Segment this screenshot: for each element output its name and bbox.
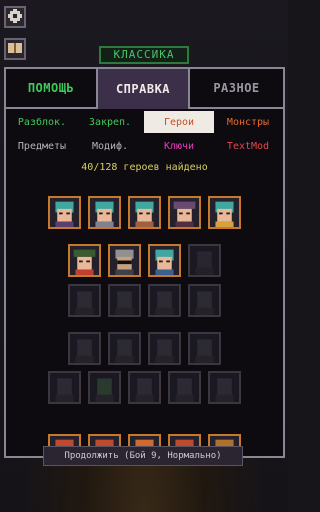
locked-hero-portrait[interactable] (68, 284, 101, 317)
locked-hero-portrait[interactable] (108, 332, 141, 365)
subtab-monsters[interactable]: Монстры (214, 112, 282, 132)
subtab-unlocks[interactable]: Разблок. (8, 112, 76, 132)
settings-button[interactable] (4, 6, 26, 28)
locked-hero-portrait[interactable] (88, 371, 121, 404)
locked-hero-portrait[interactable] (48, 371, 81, 404)
hero-portrait[interactable] (88, 196, 121, 229)
hero-portrait[interactable] (128, 196, 161, 229)
locked-hero-portrait[interactable] (188, 284, 221, 317)
locked-hero-portrait[interactable] (168, 371, 201, 404)
tab-help[interactable]: ПОМОЩЬ (6, 69, 98, 109)
locked-hero-portrait[interactable] (148, 284, 181, 317)
locked-hero-portrait[interactable] (68, 332, 101, 365)
subtab-items[interactable]: Предметы (8, 136, 76, 156)
book-icon (8, 42, 22, 57)
gear-icon (8, 8, 22, 26)
subtab-keys[interactable]: Ключи (144, 136, 214, 156)
tab-misc[interactable]: РАЗНОЕ (190, 69, 283, 109)
help-panel: ПОМОЩЬ СПРАВКА РАЗНОЕ Разблок. Закреп. Г… (4, 67, 285, 458)
hero-portrait[interactable] (168, 196, 201, 229)
subtab-modifiers[interactable]: Модиф. (76, 136, 144, 156)
subtab-heroes[interactable]: Герои (144, 111, 214, 133)
continue-label: Продолжить (Бой 9, Нормально) (64, 451, 222, 461)
subtab-textmod[interactable]: TextMod (214, 136, 282, 156)
locked-hero-portrait[interactable] (188, 332, 221, 365)
locked-hero-portrait[interactable] (148, 332, 181, 365)
hero-portrait[interactable] (108, 244, 141, 277)
locked-hero-portrait[interactable] (208, 371, 241, 404)
hero-portrait[interactable] (148, 244, 181, 277)
hero-portrait[interactable] (68, 244, 101, 277)
locked-hero-portrait[interactable] (128, 371, 161, 404)
locked-hero-portrait[interactable] (188, 244, 221, 277)
game-mode-label: КЛАССИКА (99, 46, 189, 64)
book-button[interactable] (4, 38, 26, 60)
continue-button[interactable]: Продолжить (Бой 9, Нормально) (43, 446, 243, 466)
tab-bar: ПОМОЩЬ СПРАВКА РАЗНОЕ (6, 69, 283, 109)
tab-reference[interactable]: СПРАВКА (98, 69, 190, 109)
locked-hero-portrait[interactable] (108, 284, 141, 317)
hero-portrait[interactable] (208, 196, 241, 229)
hero-portrait[interactable] (48, 196, 81, 229)
heroes-found-count: 40/128 героев найдено (81, 162, 208, 173)
subtab-pinned[interactable]: Закреп. (76, 112, 144, 132)
